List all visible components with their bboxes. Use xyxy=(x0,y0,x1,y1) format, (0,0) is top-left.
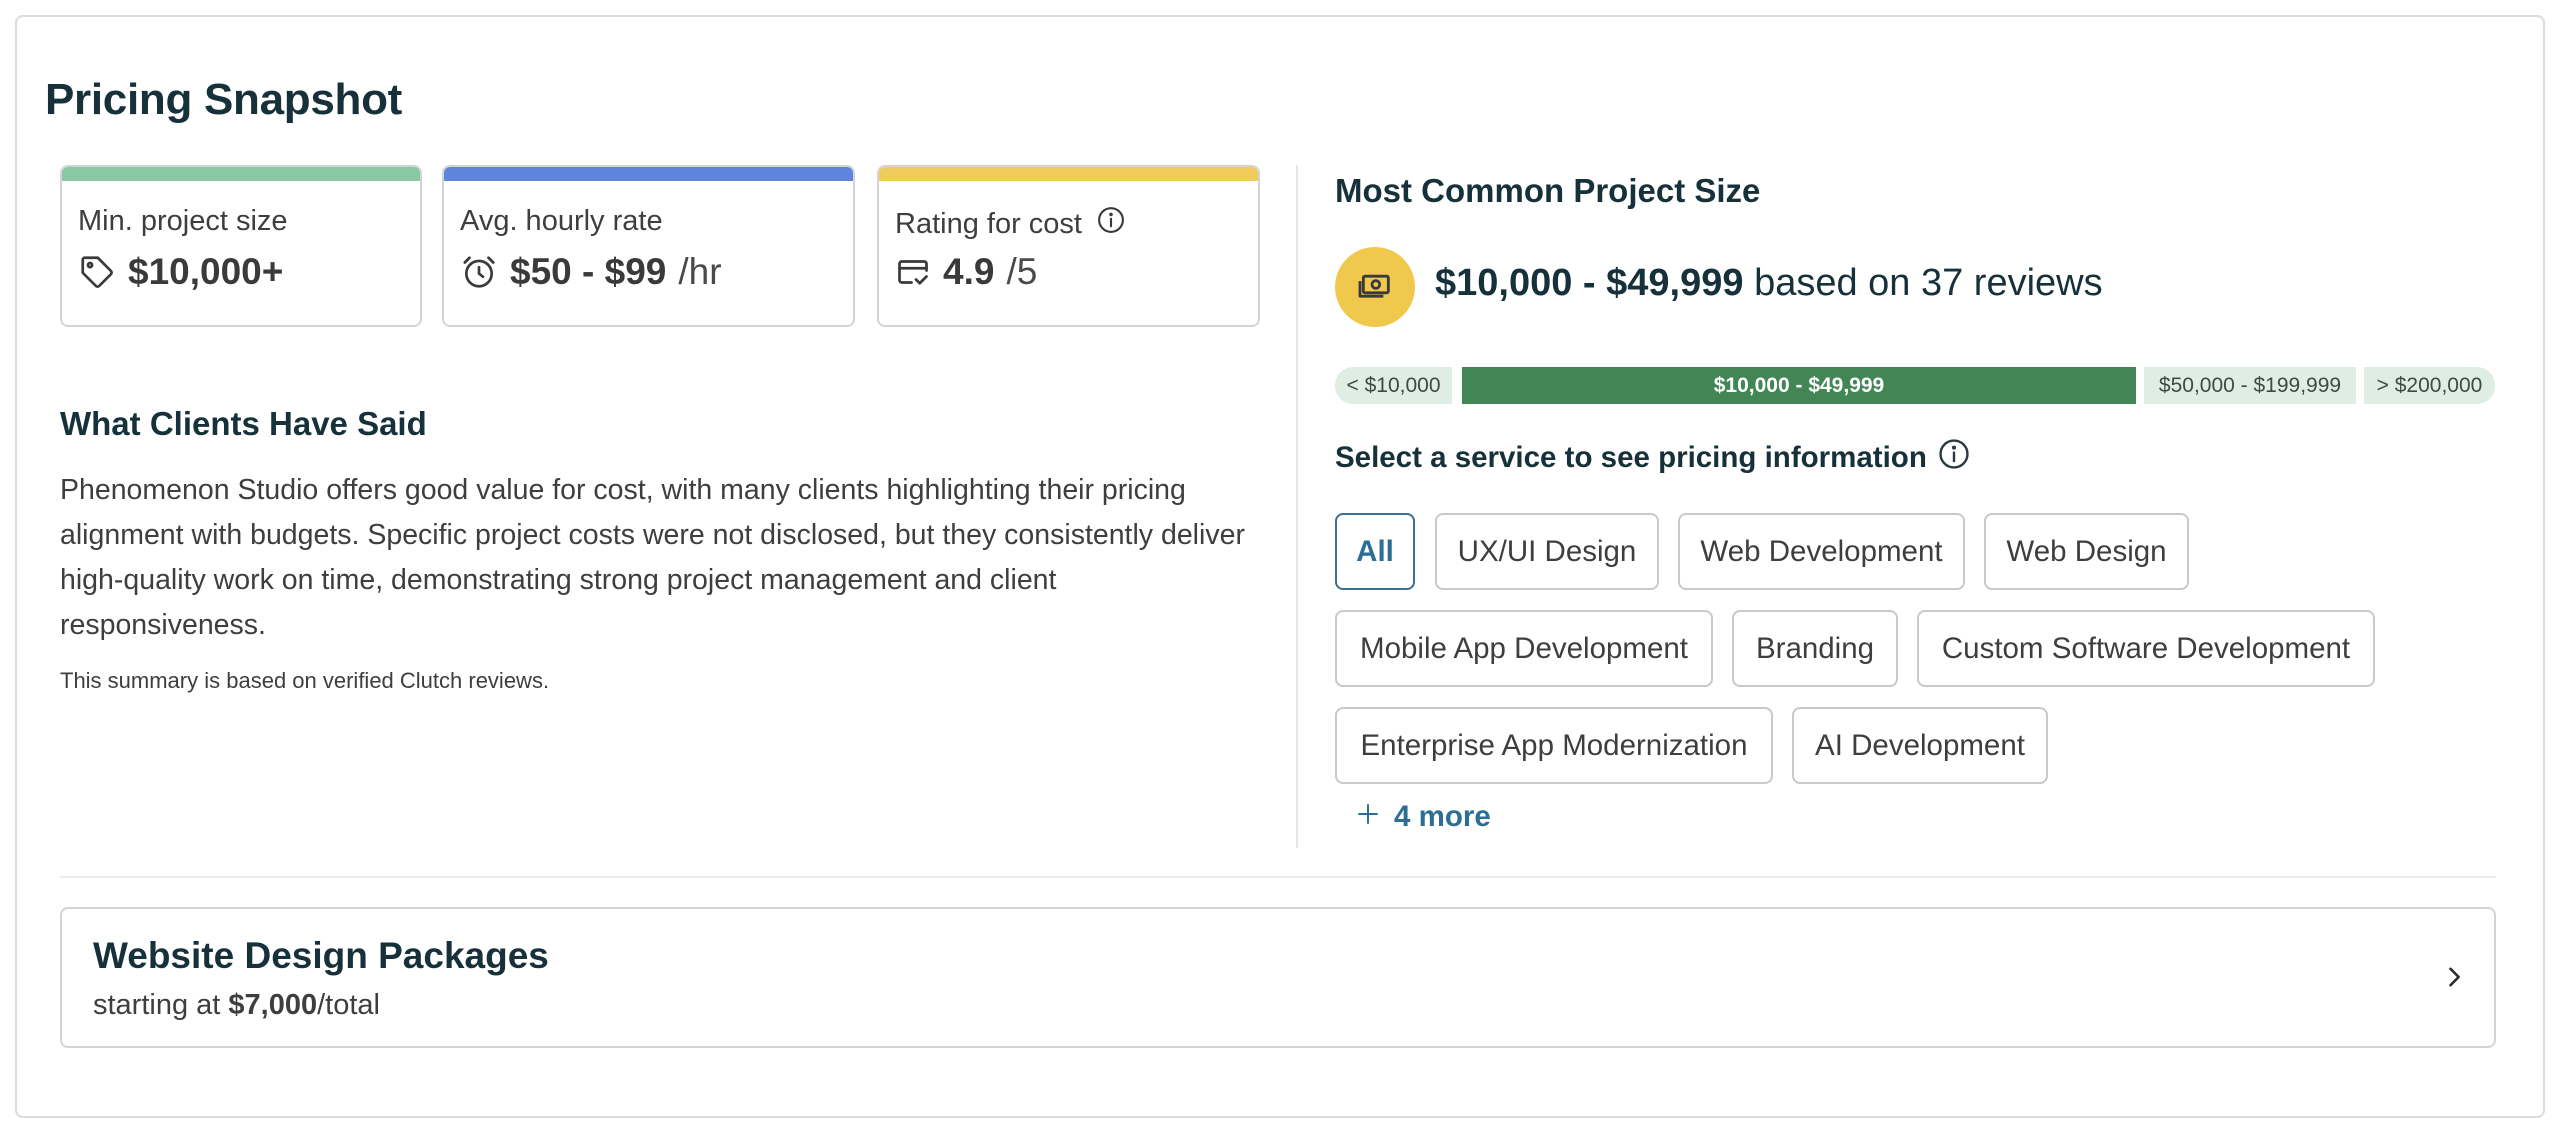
alarm-clock-icon xyxy=(460,253,498,291)
service-chip-all[interactable]: All xyxy=(1335,513,1415,590)
info-icon[interactable] xyxy=(1937,437,1971,479)
package-price-prefix: starting at xyxy=(93,989,221,1021)
service-chip[interactable]: Web Design xyxy=(1984,513,2189,590)
hourly-rate-unit: /hr xyxy=(678,251,722,292)
common-size-range: $10,000 - $49,999 xyxy=(1435,262,1744,304)
rating-for-cost-box: Rating for cost 4.9 /5 xyxy=(877,165,1260,327)
summary-note: This summary is based on verified Clutch… xyxy=(60,668,550,693)
page-title: Pricing Snapshot xyxy=(45,75,403,124)
show-more-label: 4 more xyxy=(1394,800,1491,833)
chevron-right-icon xyxy=(2440,963,2468,996)
package-price: $7,000 xyxy=(228,989,318,1021)
website-design-packages-card[interactable]: Website Design Packages starting at $7,0… xyxy=(60,907,2496,1048)
min-project-value: $10,000+ xyxy=(128,251,284,292)
column-divider xyxy=(1296,165,1298,848)
hourly-rate-value: $50 - $99 xyxy=(510,251,667,292)
range-segment: < $10,000 xyxy=(1335,367,1452,404)
package-price-line: starting at $7,000/total xyxy=(93,989,380,1022)
min-project-label: Min. project size xyxy=(78,205,288,237)
service-select-heading: Select a service to see pricing informat… xyxy=(1335,437,1971,479)
service-chip[interactable]: UX/UI Design xyxy=(1435,513,1659,590)
service-chip[interactable]: Custom Software Development xyxy=(1917,610,2375,687)
rating-accent-bar xyxy=(879,167,1258,181)
common-project-size: $10,000 - $49,999 based on 37 reviews xyxy=(1435,262,2103,305)
rating-value: 4.9 xyxy=(943,251,995,292)
info-icon[interactable] xyxy=(1096,205,1126,243)
min-project-size-box: Min. project size $10,000+ xyxy=(60,165,422,327)
hourly-rate-accent-bar xyxy=(444,167,853,181)
service-select-label: Select a service to see pricing informat… xyxy=(1335,441,1927,474)
common-size-reviews: based on 37 reviews xyxy=(1754,262,2103,304)
project-size-heading: Most Common Project Size xyxy=(1335,172,1761,209)
show-more-services-button[interactable]: 4 more xyxy=(1356,800,1491,834)
min-project-accent-bar xyxy=(62,167,420,181)
money-icon xyxy=(1335,247,1415,327)
plus-icon xyxy=(1356,800,1380,834)
rating-label-row: Rating for cost xyxy=(895,205,1126,243)
clients-summary: Phenomenon Studio offers good value for … xyxy=(60,474,1245,641)
section-divider xyxy=(60,876,2496,878)
card-check-icon xyxy=(895,254,931,290)
service-chip[interactable]: Branding xyxy=(1732,610,1898,687)
tag-icon xyxy=(78,253,116,291)
rating-unit: /5 xyxy=(1006,251,1038,292)
range-segment-active: $10,000 - $49,999 xyxy=(1462,367,2136,404)
rating-label: Rating for cost xyxy=(895,207,1082,240)
service-chip[interactable]: Web Development xyxy=(1678,513,1965,590)
service-chip[interactable]: Mobile App Development xyxy=(1335,610,1713,687)
clients-heading: What Clients Have Said xyxy=(60,405,427,442)
hourly-rate-label: Avg. hourly rate xyxy=(460,205,663,237)
package-title: Website Design Packages xyxy=(93,935,549,976)
hourly-rate-box: Avg. hourly rate $50 - $99 /hr xyxy=(442,165,855,327)
range-segment: $50,000 - $199,999 xyxy=(2144,367,2356,404)
service-chip[interactable]: Enterprise App Modernization xyxy=(1335,707,1773,784)
package-price-suffix: /total xyxy=(317,989,380,1021)
service-chip[interactable]: AI Development xyxy=(1792,707,2048,784)
range-segment: > $200,000 xyxy=(2364,367,2495,404)
